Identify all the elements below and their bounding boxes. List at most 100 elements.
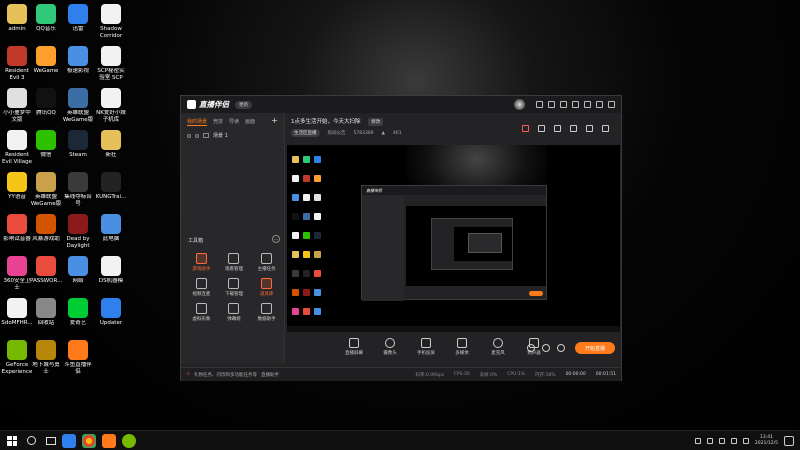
desktop-icon[interactable]: NK爱好小妹子机库 — [95, 88, 127, 123]
tool-item[interactable]: 虚拟形象 — [185, 303, 218, 322]
desktop-icon[interactable]: 回收站 — [30, 298, 62, 327]
source-button[interactable]: 多媒体 — [449, 338, 475, 356]
taskbar-app-xunlei-icon[interactable] — [62, 433, 76, 448]
minimize-icon[interactable] — [584, 101, 591, 108]
stream-settings-icon[interactable] — [557, 344, 565, 352]
tool-item[interactable]: 下载管理 — [218, 278, 251, 297]
taskbar-chrome-icon[interactable] — [82, 433, 96, 448]
hint-icon[interactable] — [570, 125, 577, 132]
source-button[interactable]: 麦克风 — [485, 338, 511, 356]
taskbar-live-app-icon[interactable] — [102, 433, 116, 448]
user-avatar[interactable] — [514, 99, 525, 110]
settings-icon[interactable] — [560, 101, 567, 108]
tool-item[interactable]: 数据助手 — [250, 303, 283, 322]
desktop-icon[interactable]: 新狂 — [95, 130, 127, 159]
desktop-icon[interactable]: 集线夺标合号 — [62, 172, 94, 207]
more-tools-icon[interactable]: … — [272, 235, 280, 243]
desktop-icon[interactable]: YY语音 — [1, 172, 33, 201]
mic-icon[interactable] — [694, 437, 701, 444]
desktop-icon[interactable]: 迅雷 — [62, 4, 94, 33]
desktop-icon[interactable]: 影响试音器 — [1, 214, 33, 243]
desktop-icon[interactable]: QQ音乐 — [30, 4, 62, 33]
add-scene-icon[interactable]: + — [271, 117, 278, 126]
desktop-icon[interactable]: KUNGTrai... — [95, 172, 127, 201]
search-icon[interactable] — [27, 436, 36, 445]
tab-my-scenes[interactable]: 我的场景 — [187, 118, 208, 126]
desktop-icon[interactable]: 此电脑 — [95, 214, 127, 243]
lock-icon[interactable] — [195, 133, 199, 138]
share-icon[interactable] — [602, 125, 609, 132]
desktop-icon[interactable]: 微信 — [30, 130, 62, 159]
layout-icon[interactable] — [554, 125, 561, 132]
record-icon[interactable] — [527, 344, 535, 352]
desktop-icon[interactable]: 爱奇艺 — [62, 298, 94, 327]
desktop-icon[interactable]: GeForce Experience — [1, 340, 33, 375]
tool-item[interactable]: 观看管理 — [218, 253, 251, 272]
stream-preview[interactable]: 直播伴侣 — [287, 145, 620, 332]
start-menu-icon[interactable] — [7, 435, 17, 446]
desktop-icon[interactable]: 网络 — [62, 256, 94, 285]
desktop-icon[interactable]: SdoMFHR... — [1, 298, 33, 327]
desktop-icon-label: Shadow Corridor — [99, 26, 123, 39]
desktop-icon[interactable]: 360安全卫士 — [1, 256, 33, 291]
desktop-icon[interactable]: PASSWOR... — [30, 256, 62, 285]
desktop-icon[interactable]: 地下城与勇士 — [30, 340, 62, 375]
feedback-icon[interactable] — [536, 101, 543, 108]
tool-item[interactable]: 主播任务 — [250, 253, 283, 272]
bell-icon[interactable] — [586, 125, 593, 132]
desktop-icon[interactable]: 英雄联盟 WeGame版 — [30, 172, 62, 207]
tab-2[interactable]: 竞技 — [213, 118, 223, 126]
update-badge[interactable]: 更新 — [235, 100, 252, 109]
tool-item[interactable]: 视频连麦 — [185, 278, 218, 297]
desktop-icon[interactable]: Dead by Daylight — [62, 214, 94, 249]
maximize-icon[interactable] — [596, 101, 603, 108]
app-titlebar[interactable]: 直播伴侣 更新 — [181, 96, 621, 113]
eye-icon[interactable] — [542, 344, 550, 352]
status-link[interactable]: 直播助手 — [261, 372, 279, 378]
room-announcement-link[interactable]: 房间公告 — [328, 130, 346, 136]
desktop-icon[interactable]: 斗鱼直播伴侣 — [62, 340, 94, 375]
desktop-icon[interactable]: 英雄联盟 WeGame版 — [62, 88, 94, 123]
edit-title-button[interactable]: 修改 — [368, 118, 384, 126]
tool-item[interactable]: 道具库 — [250, 278, 283, 297]
desktop-icon[interactable]: 小小噩梦中文版 — [1, 88, 33, 123]
desktop-icon[interactable]: 风暴游戏助 — [30, 214, 62, 243]
desktop-icon[interactable]: 极速影视 — [62, 46, 94, 75]
desktop-icon[interactable]: DS机器模 — [95, 256, 127, 285]
desktop-icon[interactable]: Updater — [95, 298, 127, 327]
tab-4[interactable]: 画面 — [245, 118, 255, 126]
source-button[interactable]: 直播屏幕 — [341, 338, 367, 356]
tray-expand-icon[interactable] — [706, 437, 713, 444]
clock[interactable]: 13:41 2021/12/5 — [755, 435, 778, 447]
gift-box-icon[interactable] — [522, 125, 529, 132]
gift-icon[interactable] — [548, 101, 555, 108]
desktop-icon[interactable]: Resident Evil Village — [1, 130, 33, 165]
start-live-button[interactable]: 开始直播 — [575, 342, 615, 354]
source-button[interactable]: 摄像头 — [377, 338, 403, 356]
menu-icon[interactable] — [572, 101, 579, 108]
volume-icon[interactable] — [730, 437, 737, 444]
task-view-icon[interactable] — [46, 436, 56, 445]
ime-icon[interactable] — [742, 437, 749, 444]
tool-item[interactable]: 弹幕姬 — [218, 303, 251, 322]
category-badge[interactable]: 生活区直播 — [291, 129, 320, 137]
stat-fps: FPS:30 — [454, 371, 470, 377]
lock-screen-icon[interactable] — [538, 125, 545, 132]
desktop-icon[interactable]: 腾讯QQ — [30, 88, 62, 117]
desktop-icon[interactable]: Shadow Corridor — [95, 4, 127, 39]
network-icon[interactable] — [718, 437, 725, 444]
source-button[interactable]: 手机投屏 — [413, 338, 439, 356]
visibility-icon[interactable] — [187, 133, 191, 138]
taskbar-app-icon[interactable] — [122, 433, 136, 448]
desktop-icon[interactable]: WeGame — [30, 46, 62, 75]
scene-item[interactable]: 场景 1 — [181, 129, 284, 142]
tab-3[interactable]: 导读 — [229, 118, 239, 126]
desktop-icon[interactable]: Steam — [62, 130, 94, 159]
tool-item[interactable]: 游戏助手 — [185, 253, 218, 272]
close-icon[interactable] — [608, 101, 615, 108]
desktop-icon[interactable]: Resident Evil 3 — [1, 46, 33, 81]
desktop-icon[interactable]: admin — [1, 4, 33, 33]
tool-icon — [195, 278, 207, 289]
desktop-icon[interactable]: SCP秘密实验室 SCP Se... — [95, 46, 127, 81]
notification-icon[interactable] — [784, 435, 794, 446]
